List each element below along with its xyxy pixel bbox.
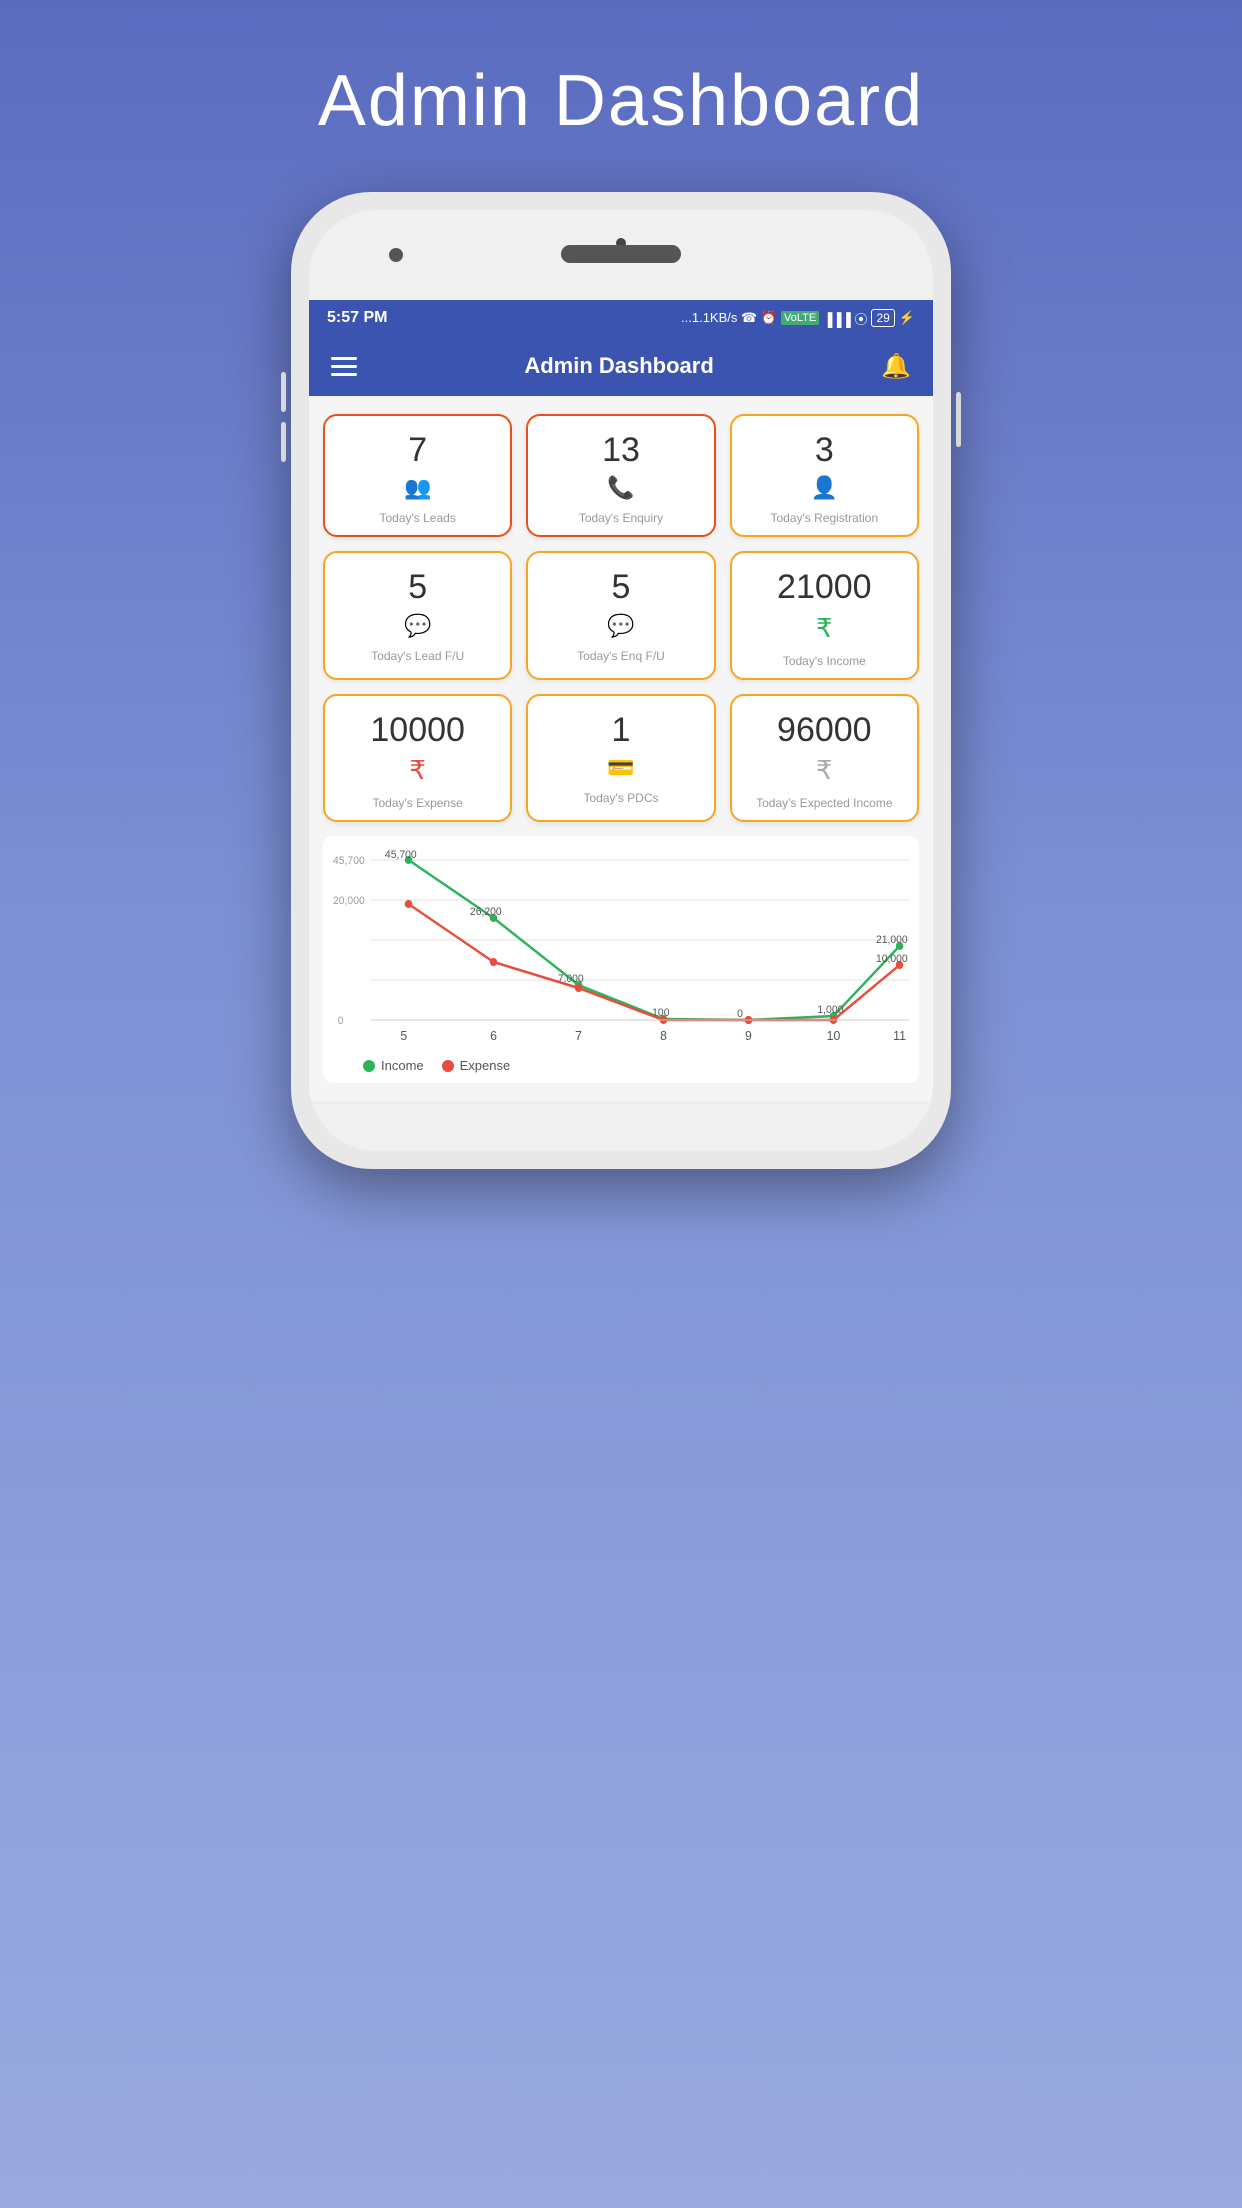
svg-text:0: 0 (737, 1008, 743, 1020)
svg-text:8: 8 (660, 1029, 667, 1043)
chart-area: 45,700 20,000 0 (333, 850, 909, 1050)
menu-button[interactable] (331, 357, 357, 376)
card-enq-fu[interactable]: 5 💬 Today's Enq F/U (526, 551, 715, 679)
income-rupee-icon: ₹ (816, 613, 833, 644)
phone-speaker (561, 245, 681, 263)
income-number: 21000 (777, 569, 872, 606)
phone-frame: 5:57 PM ...1.1KB/s ☎ ⏰ VoLTE ▐▐▐ ⦿ 29⚡ A… (291, 192, 951, 1169)
card-pdcs[interactable]: 1 💳 Today's PDCs (526, 694, 715, 822)
phone-top-notch (309, 210, 933, 300)
dashboard-content: 7 👥 Today's Leads 13 📞 Today's Enquiry 3… (309, 396, 933, 1101)
pdcs-label: Today's PDCs (584, 791, 659, 805)
registration-icon: 👤 (811, 475, 838, 501)
expected-income-label: Today's Expected Income (756, 796, 892, 810)
registration-label: Today's Registration (770, 511, 878, 525)
status-time: 5:57 PM (327, 309, 387, 327)
enquiry-number: 13 (602, 432, 640, 469)
lead-fu-number: 5 (408, 569, 427, 606)
card-lead-fu[interactable]: 5 💬 Today's Lead F/U (323, 551, 512, 679)
income-legend-label: Income (381, 1058, 424, 1073)
expense-rupee-icon: ₹ (409, 755, 426, 786)
expected-income-rupee-icon: ₹ (816, 755, 833, 786)
leads-number: 7 (408, 432, 427, 469)
svg-text:26,200: 26,200 (470, 906, 502, 918)
expense-number: 10000 (370, 712, 465, 749)
svg-text:7: 7 (575, 1029, 582, 1043)
svg-text:45,700: 45,700 (333, 855, 365, 867)
expense-legend: Expense (442, 1058, 511, 1073)
bell-icon[interactable]: 🔔 (881, 352, 911, 381)
screen: 5:57 PM ...1.1KB/s ☎ ⏰ VoLTE ▐▐▐ ⦿ 29⚡ A… (309, 300, 933, 1101)
chart-legend: Income Expense (333, 1058, 909, 1073)
proximity-sensor (389, 248, 403, 262)
pdcs-number: 1 (612, 712, 631, 749)
income-legend: Income (363, 1058, 424, 1073)
card-registration[interactable]: 3 👤 Today's Registration (730, 414, 919, 537)
status-icons: ...1.1KB/s ☎ ⏰ VoLTE ▐▐▐ ⦿ 29⚡ (681, 309, 915, 328)
expense-label: Today's Expense (372, 796, 462, 810)
chart-svg: 45,700 20,000 0 (333, 850, 909, 1050)
pdcs-icon: 💳 (607, 755, 634, 781)
lead-fu-icon: 💬 (404, 613, 431, 639)
svg-text:21,000: 21,000 (876, 934, 908, 946)
volume-up-button[interactable] (281, 372, 286, 412)
svg-text:5: 5 (400, 1029, 407, 1043)
income-label: Today's Income (783, 654, 866, 668)
leads-label: Today's Leads (379, 511, 455, 525)
volume-down-button[interactable] (281, 422, 286, 462)
svg-text:20,000: 20,000 (333, 895, 365, 907)
page-title: Admin Dashboard (318, 60, 924, 142)
expense-legend-label: Expense (460, 1058, 511, 1073)
card-expense[interactable]: 10000 ₹ Today's Expense (323, 694, 512, 822)
lead-fu-label: Today's Lead F/U (371, 649, 464, 663)
svg-text:9: 9 (745, 1029, 752, 1043)
app-header: Admin Dashboard 🔔 (309, 336, 933, 396)
income-legend-dot (363, 1060, 375, 1072)
card-income[interactable]: 21000 ₹ Today's Income (730, 551, 919, 679)
card-leads[interactable]: 7 👥 Today's Leads (323, 414, 512, 537)
enq-fu-label: Today's Enq F/U (577, 649, 665, 663)
expected-income-number: 96000 (777, 712, 872, 749)
chart-section: 45,700 20,000 0 (323, 836, 919, 1083)
enq-fu-icon: 💬 (607, 613, 634, 639)
svg-text:6: 6 (490, 1029, 497, 1043)
phone-bottom (309, 1101, 933, 1151)
svg-text:45,700: 45,700 (385, 850, 417, 861)
enquiry-label: Today's Enquiry (579, 511, 663, 525)
cards-grid: 7 👥 Today's Leads 13 📞 Today's Enquiry 3… (323, 414, 919, 822)
svg-text:10,000: 10,000 (876, 953, 908, 965)
card-expected-income[interactable]: 96000 ₹ Today's Expected Income (730, 694, 919, 822)
power-button[interactable] (956, 392, 961, 447)
enquiry-icon: 📞 (607, 475, 634, 501)
svg-text:0: 0 (338, 1015, 344, 1027)
svg-text:10: 10 (827, 1029, 841, 1043)
card-enquiry[interactable]: 13 📞 Today's Enquiry (526, 414, 715, 537)
svg-text:11: 11 (893, 1029, 906, 1043)
status-bar: 5:57 PM ...1.1KB/s ☎ ⏰ VoLTE ▐▐▐ ⦿ 29⚡ (309, 300, 933, 336)
leads-icon: 👥 (404, 475, 431, 501)
registration-number: 3 (815, 432, 834, 469)
header-title: Admin Dashboard (524, 353, 713, 379)
expense-legend-dot (442, 1060, 454, 1072)
enq-fu-number: 5 (612, 569, 631, 606)
